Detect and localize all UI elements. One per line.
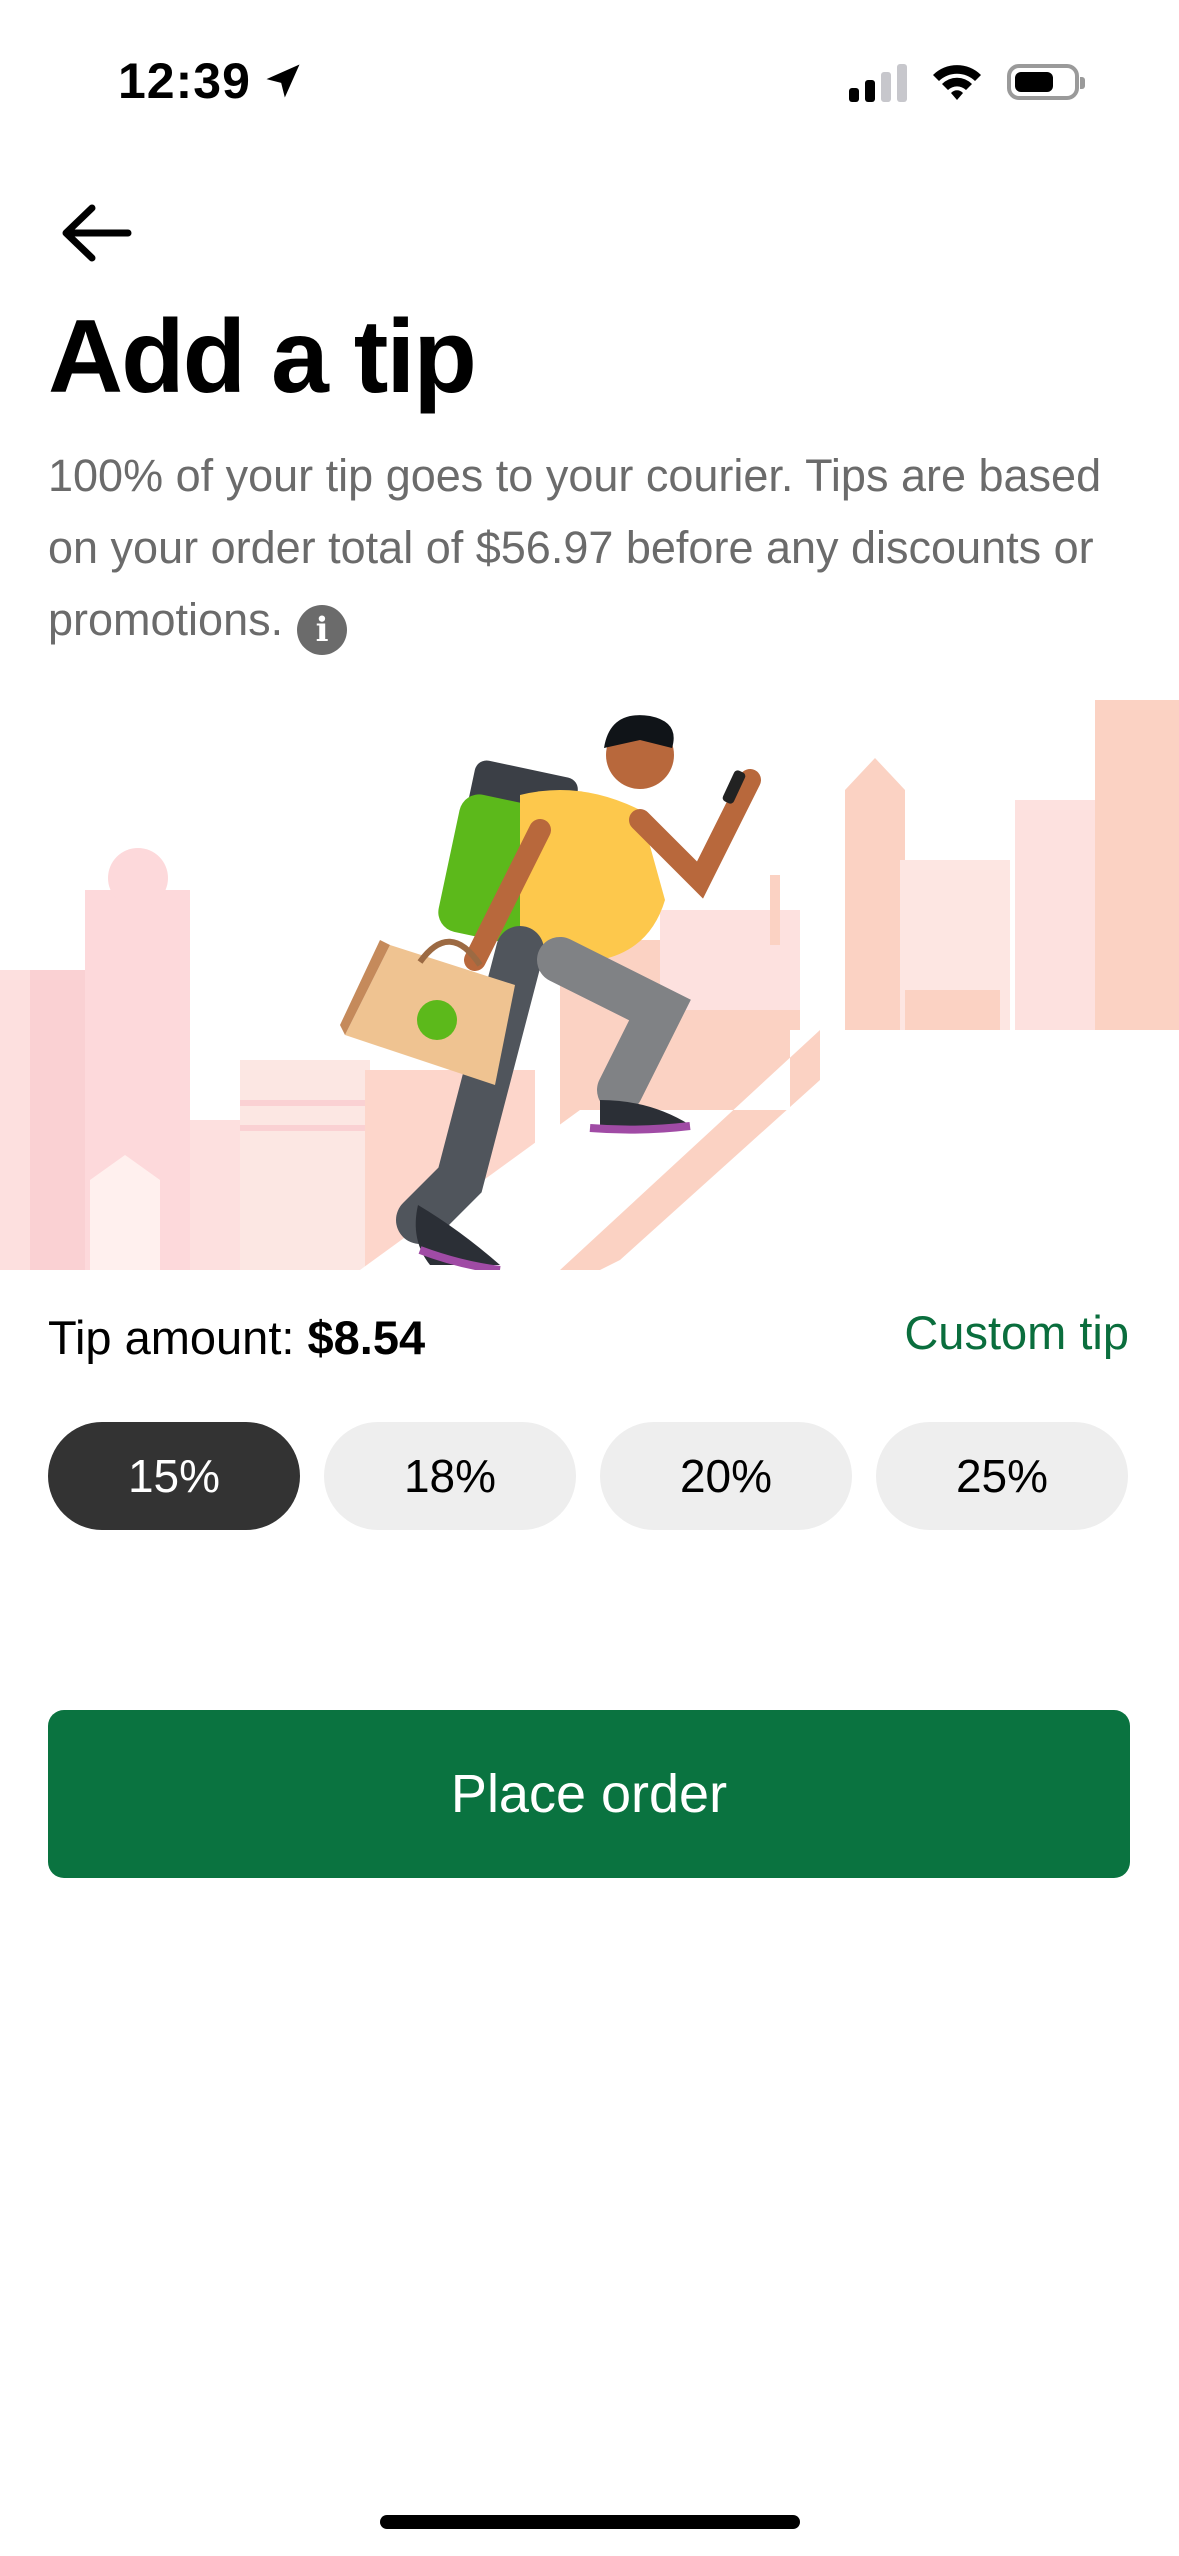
tip-option-15[interactable]: 15% [48, 1422, 300, 1530]
tip-options: 15% 18% 20% 25% [48, 1422, 1128, 1530]
wifi-icon [933, 65, 981, 100]
tip-description: 100% of your tip goes to your courier. T… [48, 440, 1128, 656]
courier-illustration [0, 700, 1179, 1270]
tip-amount-label: Tip amount: [48, 1311, 308, 1364]
back-arrow-icon[interactable] [58, 198, 134, 268]
tip-option-18[interactable]: 18% [324, 1422, 576, 1530]
info-icon[interactable]: i [297, 605, 348, 655]
status-icons [849, 62, 1085, 102]
signal-icon [849, 62, 907, 102]
place-order-button[interactable]: Place order [48, 1710, 1130, 1878]
tip-option-20[interactable]: 20% [600, 1422, 852, 1530]
tip-amount: Tip amount: $8.54 [48, 1310, 425, 1365]
tip-description-text: 100% of your tip goes to your courier. T… [48, 450, 1102, 645]
page-title: Add a tip [48, 299, 477, 415]
tip-option-25[interactable]: 25% [876, 1422, 1128, 1530]
battery-icon [1007, 64, 1085, 100]
home-indicator[interactable] [380, 2515, 800, 2529]
location-arrow-icon [266, 64, 300, 98]
custom-tip-link[interactable]: Custom tip [904, 1305, 1129, 1360]
tip-amount-value: $8.54 [307, 1311, 426, 1364]
status-time: 12:39 [118, 52, 305, 110]
status-time-text: 12:39 [118, 53, 251, 109]
status-bar: 12:39 [0, 0, 1179, 150]
